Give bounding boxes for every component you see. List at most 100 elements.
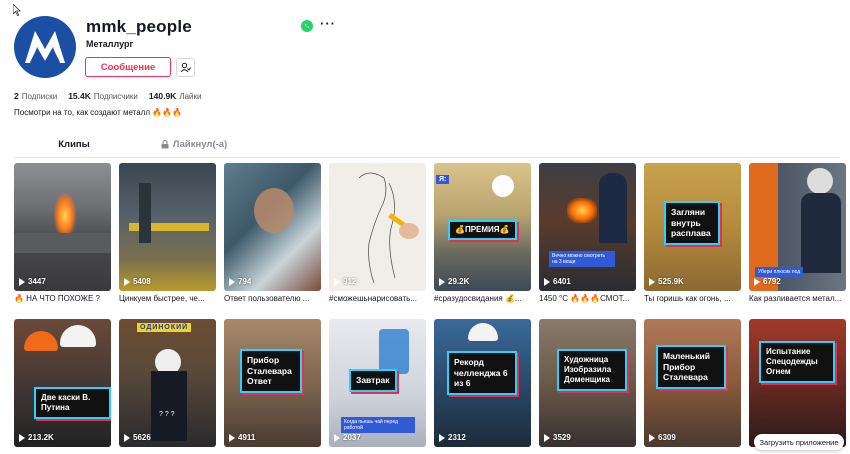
tabs-divider (14, 157, 840, 158)
likes-stat: 140.9K Лайки (148, 91, 202, 101)
video-caption[interactable]: Ответ пользователю ... (224, 294, 321, 303)
profile-bio: Посмотри на то, как создают металл 🔥🔥🔥 (14, 108, 183, 117)
video-views: 29.2K (439, 277, 469, 286)
play-icon (19, 433, 25, 442)
video-thumbnail[interactable]: 3447 (14, 163, 111, 291)
play-icon (334, 277, 340, 286)
video-card[interactable]: 912 #сможешьнарисовать... (329, 163, 426, 303)
video-thumbnail[interactable]: Рекорд челленджа 6 из 6 2312 (434, 319, 531, 447)
play-icon (649, 433, 655, 442)
video-card[interactable]: 3447 🔥 НА ЧТО ПОХОЖЕ ? (14, 163, 111, 303)
video-caption[interactable]: #сможешьнарисовать... (329, 294, 426, 303)
follow-user-icon[interactable] (176, 58, 195, 77)
following-stat[interactable]: 2 Подписки (14, 91, 57, 101)
video-views: 525.9K (649, 277, 684, 286)
video-views: 4911 (229, 433, 255, 442)
play-icon (649, 277, 655, 286)
video-thumbnail[interactable]: 912 (329, 163, 426, 291)
play-icon (439, 433, 445, 442)
video-overlay-text: 💰ПРЕМИЯ💰 (448, 220, 517, 240)
lock-icon (161, 140, 169, 149)
video-views: 3447 (19, 277, 46, 286)
video-card[interactable]: 794 Ответ пользователю ... (224, 163, 321, 303)
question-marks: ? ? ? (159, 411, 175, 418)
play-icon (229, 277, 235, 286)
video-caption[interactable]: 1450 °С 🔥🔥🔥СМОТ... (539, 294, 636, 303)
whatsapp-icon[interactable] (301, 20, 313, 32)
play-icon (124, 277, 130, 286)
video-thumbnail[interactable]: Вечно можно смотреть на 3 вещи 6401 (539, 163, 636, 291)
video-card[interactable]: 5408 Цинкуем быстрее, че... (119, 163, 216, 303)
video-views: 6792 (754, 277, 781, 286)
play-icon (19, 277, 25, 286)
video-card[interactable]: Рекорд челленджа 6 из 6 2312 (434, 319, 531, 450)
video-views: 5408 (124, 277, 151, 286)
video-overlay-text: Рекорд челленджа 6 из 6 (447, 351, 517, 395)
profile-tabs: Клипы Лайкнул(-а) (14, 139, 254, 158)
video-thumbnail[interactable]: Убери плюсик под 6792 (749, 163, 846, 291)
message-button[interactable]: Сообщение (85, 57, 171, 77)
video-caption[interactable]: Как разливается метал... (749, 294, 846, 303)
profile-stats: 2 Подписки 15.4K Подписчики 140.9K Лайки (14, 91, 201, 101)
tab-liked[interactable]: Лайкнул(-а) (134, 139, 254, 158)
video-card[interactable]: Завтрак Когда пьешь чай перед работой 20… (329, 319, 426, 450)
video-overlay-small-text: Когда пьешь чай перед работой (341, 417, 415, 433)
video-overlay-small-text: Убери плюсик под (755, 267, 804, 277)
video-card[interactable]: Я: 💰ПРЕМИЯ💰 29.2K #сразудосвидания 💰... (434, 163, 531, 303)
video-caption[interactable]: 🔥 НА ЧТО ПОХОЖЕ ? (14, 294, 111, 303)
download-app-button[interactable]: Загрузить приложение (754, 434, 844, 450)
video-thumbnail[interactable]: Две каски В. Путина 213.2K (14, 319, 111, 447)
sketch-drawing-icon (358, 172, 419, 284)
video-card[interactable]: Маленький Прибор Сталевара 6309 (644, 319, 741, 450)
video-views: 5626 (124, 433, 151, 442)
video-overlay-text: Две каски В. Путина (34, 387, 111, 419)
avatar[interactable] (14, 16, 76, 78)
video-card[interactable]: Убери плюсик под 6792 Как разливается ме… (749, 163, 846, 303)
video-card[interactable]: Прибор Сталевара Ответ 4911 (224, 319, 321, 450)
play-icon (544, 433, 550, 442)
play-icon (334, 433, 340, 442)
video-thumbnail[interactable]: Загляни внутрь расплава 525.9K (644, 163, 741, 291)
play-icon (439, 277, 445, 286)
video-thumbnail[interactable]: Маленький Прибор Сталевара 6309 (644, 319, 741, 447)
video-card[interactable]: Загляни внутрь расплава 525.9K Ты горишь… (644, 163, 741, 303)
play-icon (754, 277, 760, 286)
video-overlay-text: Испытание Спецодежды Огнем (759, 341, 835, 383)
video-thumbnail[interactable]: 5408 (119, 163, 216, 291)
video-overlay-text: Завтрак (349, 369, 397, 392)
mmk-logo-icon (25, 31, 65, 66)
video-card[interactable]: Вечно можно смотреть на 3 вещи 6401 1450… (539, 163, 636, 303)
video-thumbnail[interactable]: Завтрак Когда пьешь чай перед работой 20… (329, 319, 426, 447)
video-overlay-text: Маленький Прибор Сталевара (656, 345, 726, 389)
video-overlay-text: Художница Изобразила Доменщика (557, 349, 627, 391)
video-card[interactable]: Две каски В. Путина 213.2K (14, 319, 111, 450)
tab-clips[interactable]: Клипы (14, 139, 134, 158)
video-thumbnail[interactable]: Я: 💰ПРЕМИЯ💰 29.2K (434, 163, 531, 291)
video-overlay-text: Загляни внутрь расплава (664, 201, 720, 245)
video-views: 6309 (649, 433, 676, 442)
video-thumbnail[interactable]: Прибор Сталевара Ответ 4911 (224, 319, 321, 447)
play-icon (124, 433, 130, 442)
video-caption[interactable]: Цинкуем быстрее, че... (119, 294, 216, 303)
video-card[interactable]: Художница Изобразила Доменщика 3529 (539, 319, 636, 450)
video-views: 794 (229, 277, 251, 286)
video-thumbnail[interactable]: Художница Изобразила Доменщика 3529 (539, 319, 636, 447)
overlay-label: ОДИНОКИЙ (137, 323, 192, 332)
followers-stat[interactable]: 15.4K Подписчики (68, 91, 138, 101)
video-views: 2037 (334, 433, 361, 442)
more-options-icon[interactable]: ··· (320, 17, 336, 30)
overlay-label: Я: (436, 175, 450, 184)
video-thumbnail[interactable]: ОДИНОКИЙ ? ? ? 5626 (119, 319, 216, 447)
video-overlay-small-text: Вечно можно смотреть на 3 вещи (549, 251, 615, 267)
play-icon (229, 433, 235, 442)
video-card[interactable]: Испытание Спецодежды Огнем (749, 319, 846, 450)
video-thumbnail[interactable]: Испытание Спецодежды Огнем (749, 319, 846, 447)
video-card[interactable]: ОДИНОКИЙ ? ? ? 5626 (119, 319, 216, 450)
video-caption[interactable]: Ты горишь как огонь, ... (644, 294, 741, 303)
video-views: 912 (334, 277, 356, 286)
profile-nickname: Металлург (86, 39, 134, 49)
video-views: 213.2K (19, 433, 54, 442)
video-thumbnail[interactable]: 794 (224, 163, 321, 291)
video-caption[interactable]: #сразудосвидания 💰... (434, 294, 531, 303)
video-views: 2312 (439, 433, 466, 442)
